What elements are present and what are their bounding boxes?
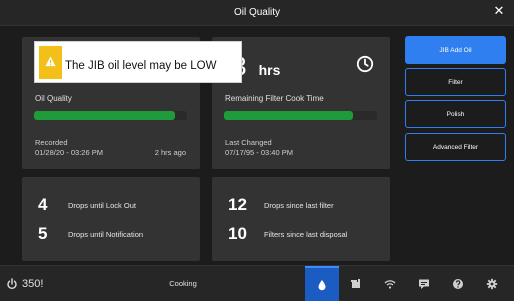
fryer-icon bbox=[351, 279, 360, 288]
recorded-ago: 2 hrs ago bbox=[154, 148, 186, 157]
clock-icon bbox=[356, 55, 374, 73]
advanced-filter-button[interactable]: Advanced Filter bbox=[405, 133, 506, 161]
oil-quality-label: Oil Quality bbox=[35, 94, 72, 103]
warning-message: The JIB oil level may be LOW bbox=[65, 60, 217, 72]
drops-card-right: 12 Drops since last filter 10 Filters si… bbox=[212, 177, 390, 261]
filter-time-bar-fill bbox=[224, 111, 353, 120]
tab-fryer[interactable] bbox=[339, 266, 373, 301]
power-icon bbox=[7, 278, 17, 290]
recorded-label: Recorded bbox=[35, 138, 68, 147]
title-bar: Oil Quality ✕ bbox=[0, 0, 514, 26]
drops-until-lockout-label: Drops until Lock Out bbox=[68, 200, 136, 210]
filter-hours-unit: hrs bbox=[258, 62, 281, 78]
polish-button[interactable]: Polish bbox=[405, 100, 506, 128]
drops-until-lockout-row: 4 Drops until Lock Out bbox=[38, 195, 136, 215]
wifi-icon bbox=[384, 280, 396, 289]
gear-icon bbox=[486, 278, 498, 290]
tab-help[interactable] bbox=[441, 266, 475, 301]
help-icon bbox=[453, 279, 463, 289]
filter-button[interactable]: Filter bbox=[405, 68, 506, 96]
chat-icon bbox=[419, 279, 429, 289]
jib-low-warning-tooltip: The JIB oil level may be LOW bbox=[34, 41, 242, 83]
drops-since-filter-row: 12 Drops since last filter bbox=[228, 195, 334, 215]
tab-network[interactable] bbox=[373, 266, 407, 301]
filter-time-label: Remaining Filter Cook Time bbox=[225, 94, 324, 103]
drops-since-filter-value: 12 bbox=[228, 195, 247, 214]
tab-messages[interactable] bbox=[407, 266, 441, 301]
drops-until-notification-value: 5 bbox=[38, 224, 48, 243]
temperature-value: 350! bbox=[22, 278, 44, 290]
drops-until-lockout-value: 4 bbox=[38, 195, 48, 214]
warning-badge bbox=[39, 46, 62, 79]
window-title: Oil Quality bbox=[233, 7, 281, 18]
last-changed-time: 07/17/95 - 03:40 PM bbox=[225, 148, 293, 157]
filters-since-disposal-label: Filters since last disposal bbox=[264, 229, 348, 239]
drops-until-notification-label: Drops until Notification bbox=[68, 229, 144, 239]
close-icon[interactable]: ✕ bbox=[492, 4, 506, 18]
drops-since-filter-label: Drops since last filter bbox=[264, 200, 334, 210]
filters-since-disposal-row: 10 Filters since last disposal bbox=[228, 224, 347, 244]
drops-until-notification-row: 5 Drops until Notification bbox=[38, 224, 143, 244]
oil-quality-bar bbox=[34, 111, 187, 120]
filter-time-bar bbox=[224, 111, 377, 120]
tab-oil-quality[interactable] bbox=[305, 266, 339, 301]
cooking-status: Cooking bbox=[169, 279, 197, 288]
jib-add-oil-button[interactable]: JIB Add Oil bbox=[405, 36, 506, 64]
drops-card-left: 4 Drops until Lock Out 5 Drops until Not… bbox=[22, 177, 200, 261]
warning-icon bbox=[45, 56, 56, 67]
bottom-tab-bar bbox=[305, 266, 509, 301]
filters-since-disposal-value: 10 bbox=[228, 224, 247, 243]
recorded-time: 01/28/20 - 03:26 PM bbox=[35, 148, 103, 157]
oil-drop-icon bbox=[318, 280, 326, 291]
tab-settings[interactable] bbox=[475, 266, 509, 301]
vat-temperature[interactable]: 350! bbox=[6, 266, 43, 301]
last-changed-label: Last Changed bbox=[225, 138, 272, 147]
bottom-bar: 350! Cooking bbox=[0, 265, 514, 301]
oil-quality-bar-fill bbox=[34, 111, 175, 120]
